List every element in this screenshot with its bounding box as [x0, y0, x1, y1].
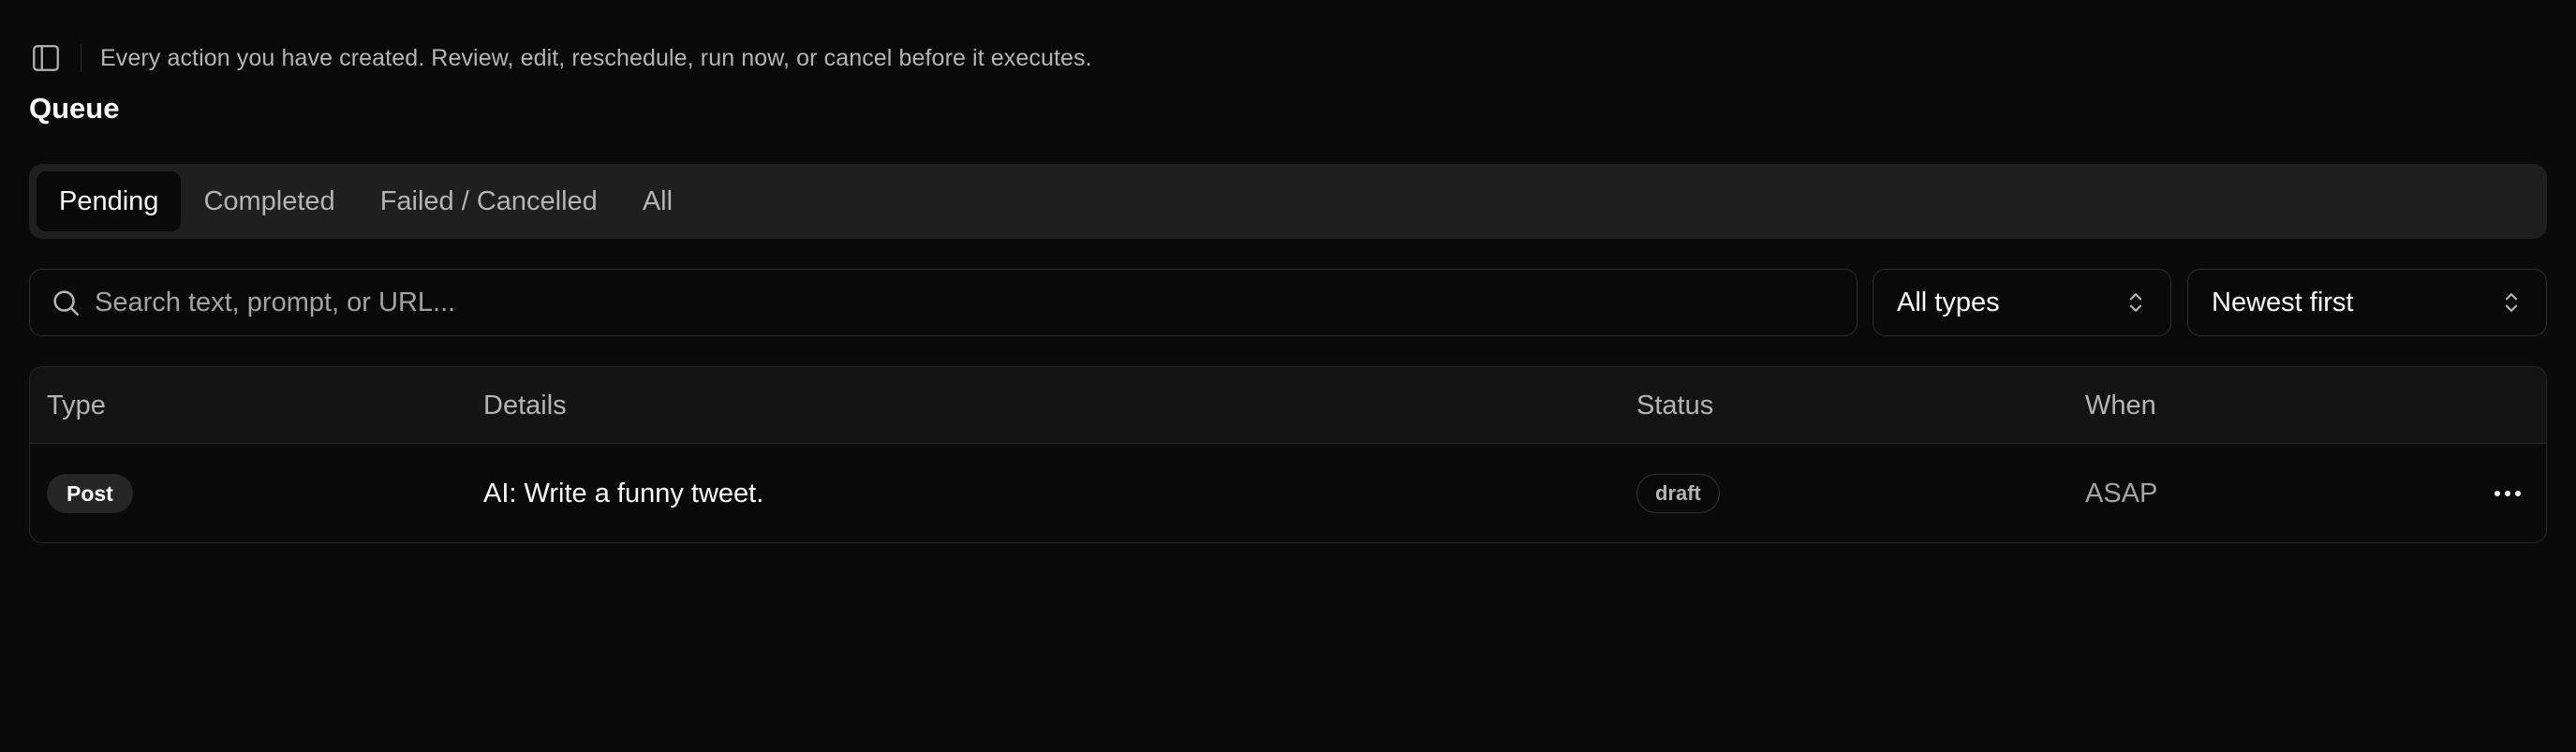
- status-cell: draft: [1636, 444, 1720, 542]
- column-header-type: Type: [47, 390, 106, 420]
- row-actions-button[interactable]: [2484, 470, 2531, 517]
- search-input[interactable]: [95, 270, 1857, 335]
- search-icon: [53, 290, 80, 317]
- column-header-details: Details: [483, 390, 567, 420]
- sidebar-toggle-button[interactable]: [29, 41, 63, 75]
- queue-table: Type Details Status When Post AI: Write …: [29, 366, 2547, 543]
- panel-left-icon: [33, 45, 59, 71]
- status-badge: draft: [1636, 474, 1720, 513]
- type-badge: Post: [47, 474, 133, 513]
- tab-pending[interactable]: Pending: [37, 171, 182, 231]
- sort-select[interactable]: Newest first: [2187, 269, 2547, 336]
- type-filter-value: All types: [1897, 287, 2000, 317]
- column-header-when: When: [2085, 390, 2156, 420]
- type-cell: Post: [47, 444, 133, 542]
- page-title: Queue: [29, 92, 120, 125]
- table-row[interactable]: Post AI: Write a funny tweet. draft ASAP: [30, 444, 2546, 542]
- tab-failed-cancelled[interactable]: Failed / Cancelled: [358, 171, 620, 231]
- page-subtitle: Every action you have created. Review, e…: [100, 44, 1092, 71]
- type-filter-select[interactable]: All types: [1873, 269, 2171, 336]
- column-header-status: Status: [1636, 390, 1714, 420]
- tab-all[interactable]: All: [620, 171, 695, 231]
- chevrons-up-down-icon: [2505, 293, 2518, 312]
- when-cell: ASAP: [2085, 444, 2158, 542]
- more-horizontal-icon: [2495, 491, 2521, 496]
- when-text: ASAP: [2085, 478, 2158, 509]
- actions-cell: [2484, 444, 2531, 542]
- search-box: [29, 269, 1858, 336]
- table-header: Type Details Status When: [30, 367, 2546, 444]
- details-cell: AI: Write a funny tweet.: [483, 444, 764, 542]
- top-bar: Every action you have created. Review, e…: [29, 41, 1092, 75]
- tab-completed[interactable]: Completed: [181, 171, 357, 231]
- sort-value: Newest first: [2212, 287, 2354, 317]
- queue-page: Every action you have created. Review, e…: [0, 0, 2576, 752]
- details-text: AI: Write a funny tweet.: [483, 478, 764, 509]
- chevrons-up-down-icon: [2129, 293, 2142, 312]
- status-tabs: Pending Completed Failed / Cancelled All: [29, 164, 2547, 239]
